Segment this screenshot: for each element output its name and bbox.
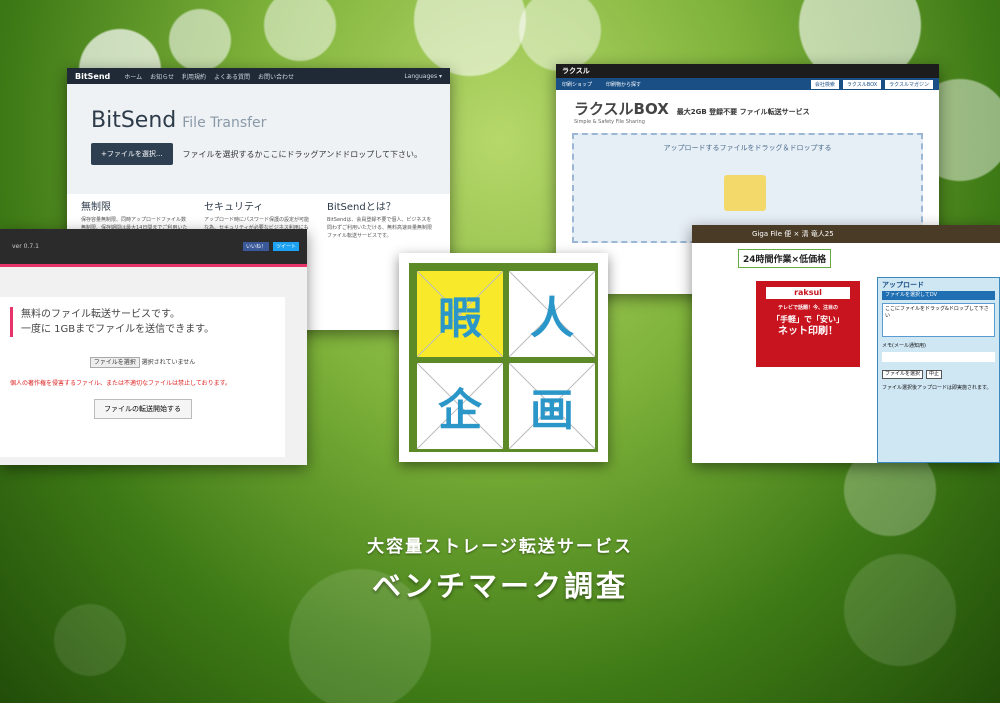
gigafile-screenshot: Giga File 便 × 清 竜人25 24時間作業×低価格 raksul テ… (692, 225, 1000, 463)
logo-grid: 暇 人 企 画 (409, 263, 598, 452)
panel-footer: ファイル選択後アップロードは即実施されます。 (882, 385, 992, 391)
logo-tile: 画 (509, 363, 595, 449)
raksul-ad-banner[interactable]: raksul テレビで話題！今、注目の 「手軽」で「安い」 ネット印刷！ (756, 281, 860, 367)
nav-item[interactable]: お問い合わせ (258, 72, 294, 81)
drop-instructions: ファイルを選択するかここにドラッグアンドドロップして下さい。 (182, 149, 422, 159)
caption-title: ベンチマーク調査 (371, 569, 628, 603)
himajin-kikaku-logo: 暇 人 企 画 (399, 253, 608, 462)
facebook-like-button[interactable]: いいね！ (242, 242, 269, 251)
dropzone-label: アップロードするファイルをドラッグ＆ドロップする (663, 144, 832, 152)
warning-text: 個人の著作権を侵害するファイル、または不適切なファイルは禁止しております。 (10, 380, 232, 387)
nav-item[interactable]: ホーム (124, 72, 142, 81)
raksul-headline: 最大2GB 登録不要 ファイル転送サービス (676, 107, 810, 116)
version-label: ver 0.7.1 (12, 243, 39, 250)
menu-right-item[interactable]: ラクスルマガジン (885, 79, 933, 89)
start-transfer-button[interactable]: ファイルの転送開始する (93, 399, 192, 419)
bitsend-navbar: BitSend ホーム お知らせ 利用規約 よくある質問 お問い合わせ Lang… (67, 68, 450, 84)
logo-tile: 人 (509, 271, 595, 357)
language-dropdown[interactable]: Languages ▾ (404, 73, 442, 80)
bitsend-hero: BitSend File Transfer +ファイルを選択... ファイルを選択… (67, 84, 450, 194)
logo-char: 企 (438, 385, 482, 436)
bitsend-brand: BitSend (75, 71, 111, 81)
file-picker[interactable]: ファイルを選択 選択されていません (10, 357, 275, 368)
upload-card: 無料のファイル転送サービスです。 一度に 1GBまでファイルを送信できます。 フ… (0, 297, 285, 457)
service-message: 無料のファイル転送サービスです。 一度に 1GBまでファイルを送信できます。 (10, 307, 275, 337)
logo-char: 暇 (438, 293, 482, 344)
mail-input[interactable] (882, 352, 995, 362)
panel-cancel-button[interactable]: 中止 (926, 370, 943, 379)
raksul-box-logo: ラクスルBOX (574, 100, 669, 118)
upload-panel: アップロード ファイルを選択してDV ここにファイルをドラッグ&ドロップして下さ… (877, 277, 1000, 463)
service-header: ver 0.7.1 いいね！ ツイート (0, 229, 307, 267)
nav-item[interactable]: 利用規約 (182, 72, 206, 81)
logo-char: 人 (530, 293, 574, 344)
panel-select-bar[interactable]: ファイルを選択してDV (882, 291, 995, 300)
panel-select-button[interactable]: ファイルを選択 (882, 370, 924, 379)
menu-right-item[interactable]: 会社検索 (810, 79, 839, 89)
tweet-button[interactable]: ツイート (272, 242, 299, 251)
select-file-button[interactable]: +ファイルを選択... (91, 143, 173, 165)
banner-24h[interactable]: 24時間作業×低価格 (738, 249, 832, 268)
folder-icon (724, 175, 766, 211)
raksul-topbar: ラクスル (556, 64, 939, 78)
raksul-tagline: Simple & Safety File Sharing (574, 119, 645, 125)
bitsend-title: BitSend File Transfer (91, 108, 267, 133)
raksul-menu: 印刷ショップ 印刷物から探す 会社検索 ラクスルBOX ラクスルマガジン (556, 78, 939, 90)
menu-item[interactable]: 印刷物から探す (606, 81, 641, 88)
logo-char: 画 (530, 385, 574, 436)
gigafile-header: Giga File 便 × 清 竜人25 (692, 225, 1000, 243)
nav-item[interactable]: よくある質問 (214, 72, 250, 81)
transfer-service-screenshot: ver 0.7.1 いいね！ ツイート 無料のファイル転送サービスです。 一度に… (0, 229, 307, 465)
panel-mail-label: メモ(メール通知用) (882, 343, 926, 349)
service-body: 無料のファイル転送サービスです。 一度に 1GBまでファイルを送信できます。 フ… (0, 267, 307, 465)
menu-right-item[interactable]: ラクスルBOX (842, 79, 882, 89)
feature-about: BitSendとは？ BitSendは、会員登録不要で個人、ビジネスを問わずご利用… (327, 202, 433, 240)
logo-tile: 企 (417, 363, 503, 449)
panel-dropzone[interactable]: ここにファイルをドラッグ&ドロップして下さい (882, 303, 995, 337)
file-select-button[interactable]: ファイルを選択 (89, 357, 140, 368)
nav-item[interactable]: お知らせ (150, 72, 174, 81)
menu-item[interactable]: 印刷ショップ (562, 81, 592, 88)
raksul-header: ラクスルBOX Simple & Safety File Sharing 最大2… (556, 90, 939, 133)
caption-subtitle: 大容量ストレージ転送サービス (367, 537, 633, 557)
logo-tile: 暇 (417, 271, 503, 357)
